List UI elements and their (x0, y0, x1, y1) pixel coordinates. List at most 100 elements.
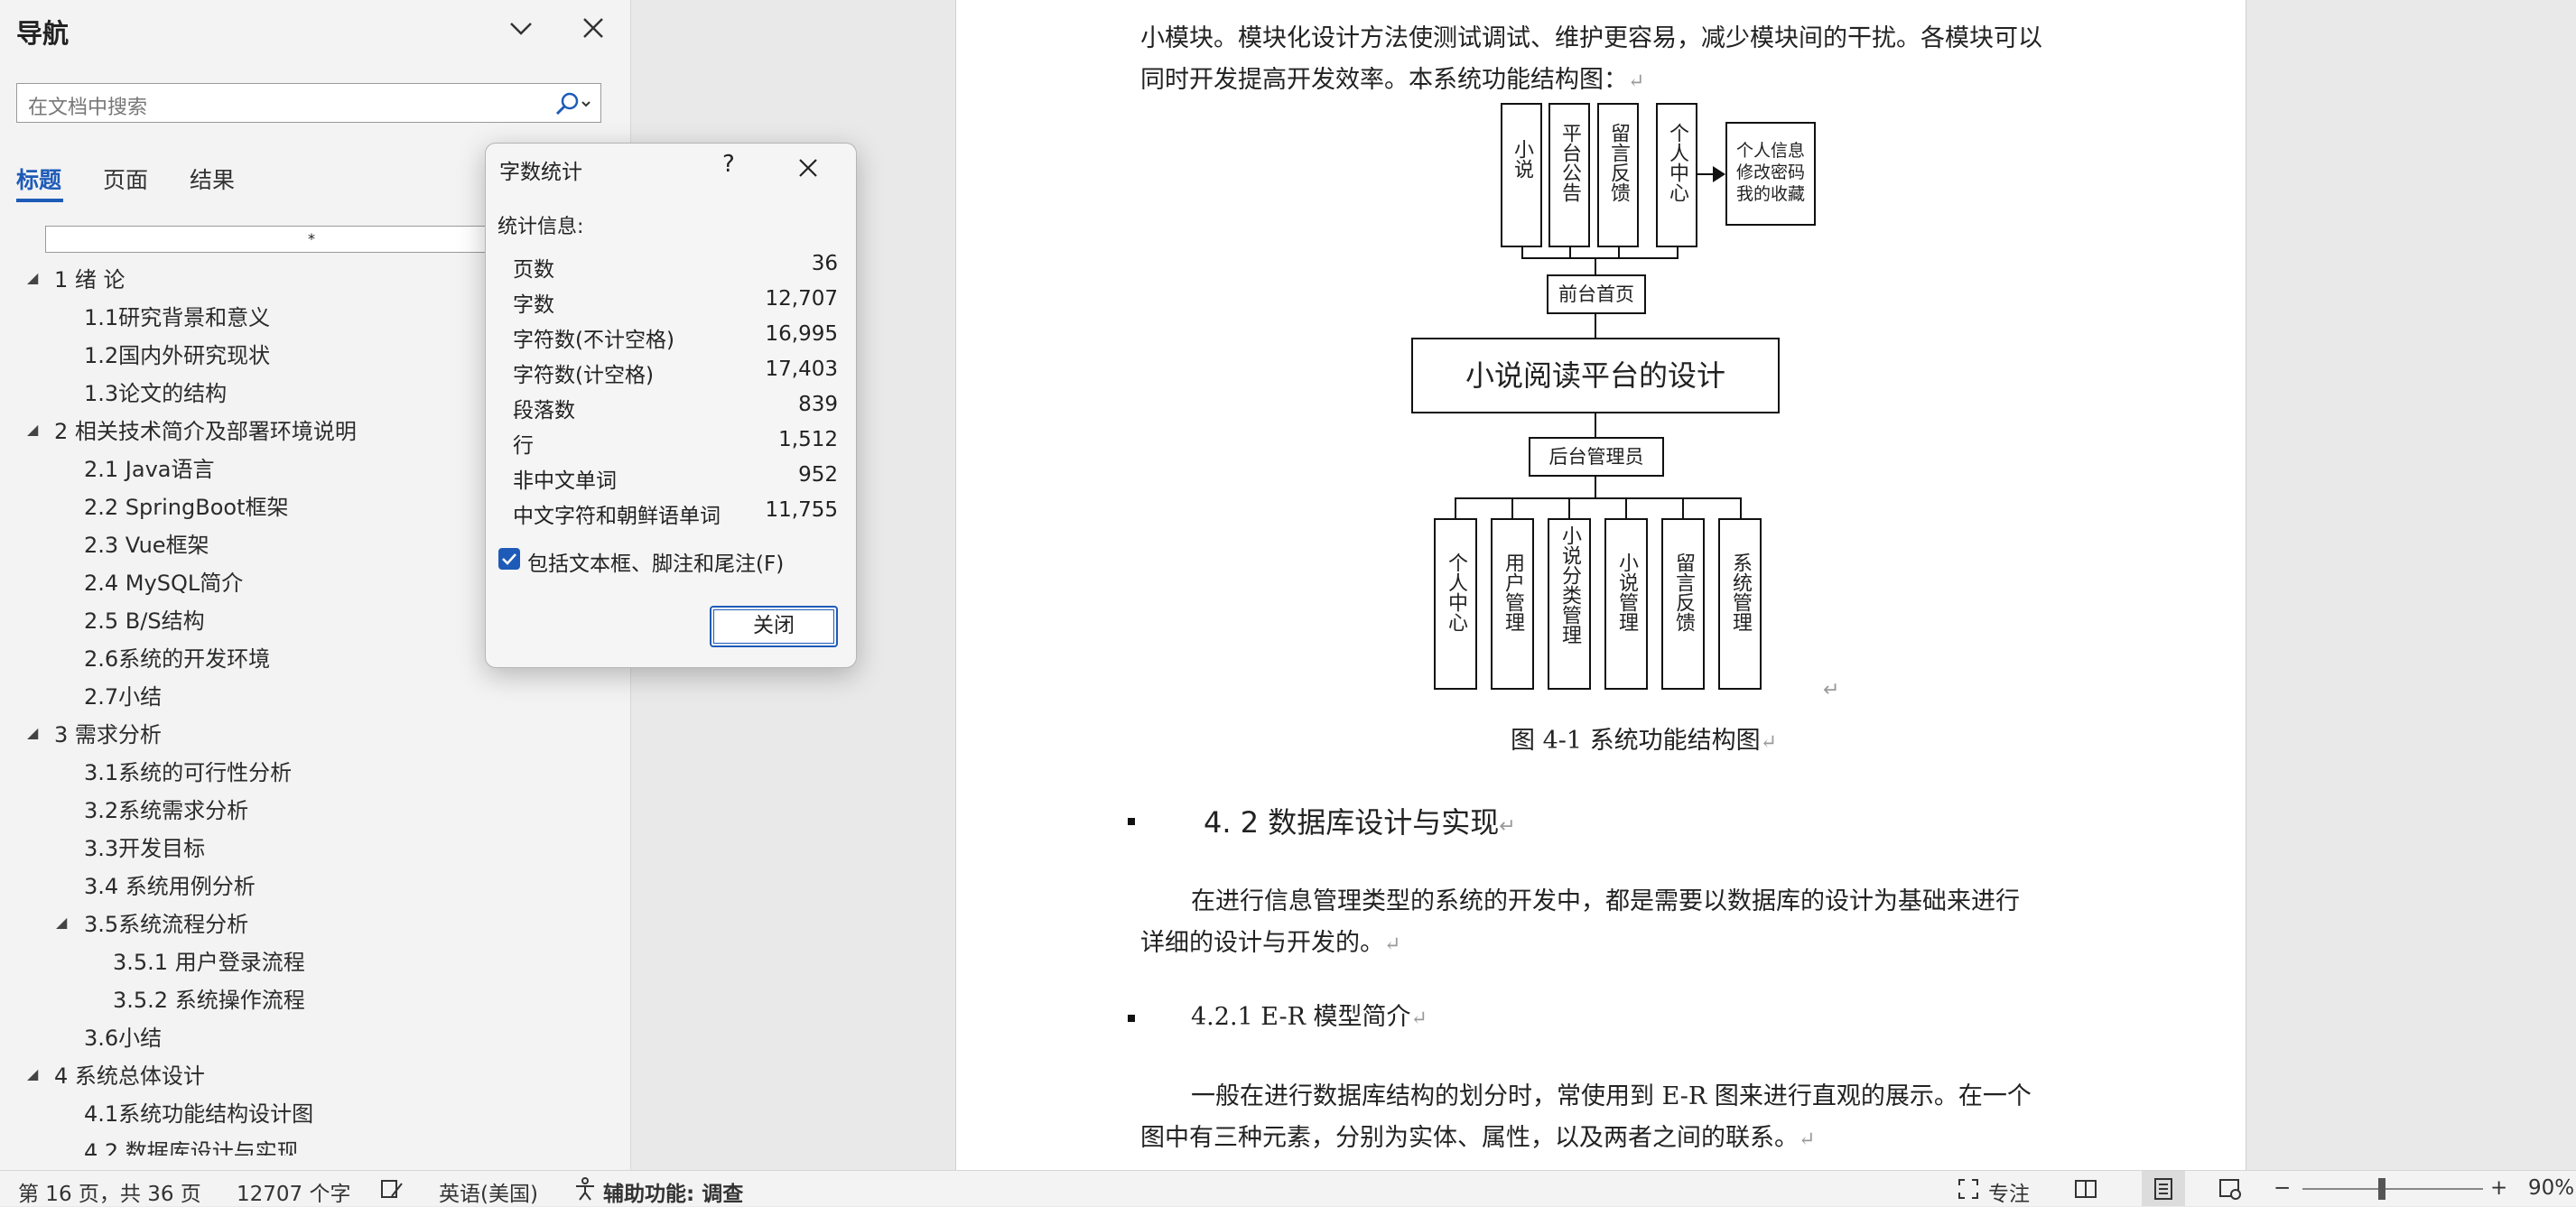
expand-triangle-icon[interactable]: ◢ (56, 914, 67, 931)
heading-item[interactable]: 1 绪 论 (54, 262, 126, 293)
close-button[interactable]: 关闭 (710, 606, 838, 647)
expand-triangle-icon[interactable]: ◢ (27, 724, 38, 741)
page-indicator[interactable]: 第 16 页，共 36 页 (18, 1176, 201, 1207)
language-indicator[interactable]: 英语(美国) (439, 1176, 538, 1207)
accessibility-indicator[interactable]: 辅助功能: 调查 (603, 1176, 743, 1207)
node-label: 平台公告 (1558, 123, 1581, 202)
heading-item[interactable]: 1.1研究背景和意义 (84, 300, 270, 331)
tab-pages[interactable]: 页面 (103, 162, 148, 195)
stat-value: 12,707 (765, 287, 838, 311)
diagram-node-front: 平台公告 (1548, 103, 1590, 247)
heading-item[interactable]: 4.2 数据库设计与实现 (84, 1134, 299, 1156)
expand-triangle-icon[interactable]: ◢ (27, 1065, 38, 1082)
heading-item[interactable]: 1.2国内外研究现状 (84, 338, 270, 369)
heading-item[interactable]: 3.5系统流程分析 (84, 906, 248, 938)
heading-item[interactable]: 2 相关技术简介及部署环境说明 (54, 413, 357, 445)
stat-label: 字数 (513, 293, 554, 317)
asterisk-icon: * (308, 230, 315, 247)
node-label: 前台首页 (1558, 283, 1634, 305)
connector (1511, 497, 1513, 519)
focus-icon[interactable] (1956, 1176, 1981, 1202)
heading-item[interactable]: 3 需求分析 (54, 717, 162, 748)
chevron-down-icon[interactable] (506, 13, 536, 43)
heading-item[interactable]: 2.1 Java语言 (84, 451, 215, 483)
heading-item[interactable]: 3.2系统需求分析 (84, 793, 248, 824)
tab-headings[interactable]: 标题 (16, 162, 61, 195)
subsection-heading: 4.2.1 E-R 模型简介↵ (1191, 997, 1427, 1032)
active-tab-indicator (16, 199, 63, 202)
heading-item[interactable]: 1.3论文的结构 (84, 376, 227, 407)
heading-item[interactable]: 2.7小结 (84, 679, 162, 710)
connector (1595, 413, 1596, 437)
stat-label: 字符数(计空格) (513, 364, 654, 387)
paragraph-line: 一般在进行数据库结构的划分时，常使用到 E-R 图来进行直观的展示。在一个 (1191, 1082, 2032, 1110)
connector (1595, 314, 1596, 338)
main-title-node: 小说阅读平台的设计 (1411, 338, 1780, 413)
diagram-node-back: 系统管理 (1718, 518, 1762, 690)
close-icon[interactable] (793, 153, 823, 183)
heading-item[interactable]: 4 系统总体设计 (54, 1058, 205, 1090)
document-page[interactable]: 小模块。模块化设计方法使测试调试、维护更容易，减少模块间的干扰。各模块可以 同时… (955, 0, 2246, 1170)
zoom-level[interactable]: 90% (2528, 1176, 2574, 1200)
proofing-icon[interactable] (379, 1176, 405, 1202)
help-button[interactable]: ? (722, 151, 735, 178)
heading-item[interactable]: 3.4 系统用例分析 (84, 868, 256, 900)
nav-title: 导航 (16, 18, 70, 49)
diagram-node-back: 个人中心 (1434, 518, 1477, 690)
heading-item[interactable]: 3.3开发目标 (84, 831, 205, 862)
expand-triangle-icon[interactable]: ◢ (27, 269, 38, 286)
zoom-slider[interactable] (2302, 1188, 2483, 1190)
tab-results[interactable]: 结果 (190, 162, 235, 195)
paragraph-line: 图中有三种元素，分别为实体、属性，以及两者之间的联系。↵ (1140, 1118, 1815, 1153)
heading-item[interactable]: 3.5.1 用户登录流程 (113, 944, 305, 976)
heading-item[interactable]: 4.1系统功能结构设计图 (84, 1096, 313, 1128)
heading-item[interactable]: 3.1系统的可行性分析 (84, 755, 292, 786)
stat-row: 字数 12,707 (513, 287, 838, 320)
zoom-in-button[interactable]: + (2490, 1176, 2507, 1200)
stat-row: 字符数(不计空格) 16,995 (513, 322, 838, 355)
diagram-node-back: 用户管理 (1491, 518, 1534, 690)
search-input[interactable]: 在文档中搜索 (16, 83, 601, 123)
section-heading: 4. 2 数据库设计与实现↵ (1204, 800, 1516, 841)
stat-label: 中文字符和朝鲜语单词 (513, 505, 721, 528)
accessibility-icon[interactable] (572, 1176, 598, 1202)
heading-item[interactable]: 3.6小结 (84, 1020, 162, 1052)
paragraph-mark: ↵ (1799, 1128, 1816, 1151)
diagram-node-back: 小说管理 (1604, 518, 1648, 690)
paragraph-line: 在进行信息管理类型的系统的开发中，都是需要以数据库的设计为基础来进行 (1191, 887, 2020, 915)
node-label: 个人信息 (1735, 141, 1805, 161)
heading-item[interactable]: 2.3 Vue框架 (84, 527, 209, 559)
expand-triangle-icon[interactable]: ◢ (27, 421, 38, 438)
paragraph-text: 详细的设计与开发的。 (1140, 929, 1384, 957)
search-icon[interactable] (546, 89, 595, 118)
statistics-label: 统计信息: (498, 216, 584, 238)
word-count-indicator[interactable]: 12707 个字 (237, 1176, 350, 1207)
include-textboxes-checkbox[interactable] (498, 548, 520, 570)
stat-value: 36 (811, 252, 838, 275)
diagram-node-back: 留言反馈 (1661, 518, 1705, 690)
zoom-out-button[interactable]: − (2274, 1176, 2291, 1200)
stat-row: 段落数 839 (513, 393, 838, 425)
node-label: 修改密码 (1735, 162, 1805, 182)
close-icon[interactable] (578, 13, 609, 43)
connector (1682, 497, 1684, 519)
connector (1595, 477, 1596, 498)
zoom-slider-thumb[interactable] (2378, 1178, 2385, 1200)
stat-row: 字符数(计空格) 17,403 (513, 357, 838, 390)
heading-item[interactable]: 2.5 B/S结构 (84, 603, 205, 635)
web-layout-icon[interactable] (2218, 1176, 2243, 1202)
heading-bullet (1128, 818, 1135, 825)
print-layout-icon[interactable] (2151, 1176, 2176, 1202)
heading-bullet (1128, 1015, 1135, 1022)
heading-item[interactable]: 2.2 SpringBoot框架 (84, 489, 289, 521)
read-mode-icon[interactable] (2073, 1176, 2098, 1202)
focus-label[interactable]: 专注 (1988, 1176, 2030, 1207)
checkbox-label[interactable]: 包括文本框、脚注和尾注(F) (527, 546, 784, 577)
stat-value: 952 (798, 463, 838, 487)
subsection-heading-text: 4.2.1 E-R 模型简介 (1191, 1003, 1411, 1031)
node-label: 系统管理 (1729, 552, 1752, 632)
node-label: 个人中心 (1666, 123, 1688, 202)
heading-item[interactable]: 2.4 MySQL简介 (84, 565, 243, 597)
heading-item[interactable]: 2.6系统的开发环境 (84, 641, 270, 673)
heading-item[interactable]: 3.5.2 系统操作流程 (113, 982, 305, 1014)
